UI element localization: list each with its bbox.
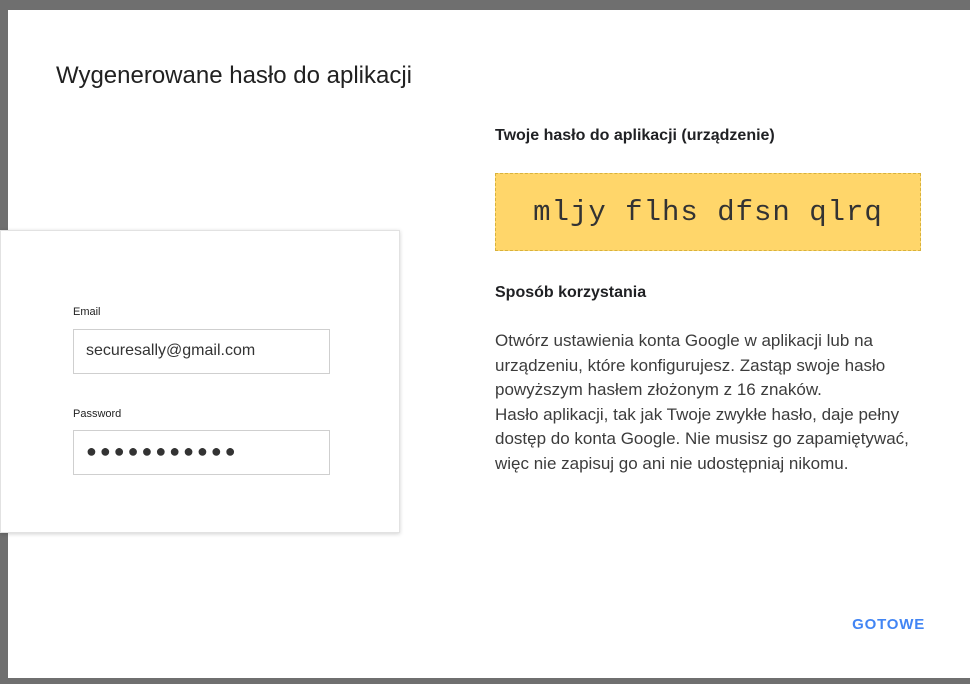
password-heading: Twoje hasło do aplikacji (urządzenie) <box>495 127 775 144</box>
dialog-title: Wygenerowane hasło do aplikacji <box>56 62 412 89</box>
generated-password[interactable]: mljy flhs dfsn qlrq <box>495 173 921 251</box>
app-password-dialog: Wygenerowane hasło do aplikacji Email se… <box>0 10 970 678</box>
password-field: ●●●●●●●●●●● <box>73 430 330 475</box>
usage-paragraph-2: Hasło aplikacji, tak jak Twoje zwykłe ha… <box>495 404 909 473</box>
password-label: Password <box>73 408 122 420</box>
usage-description: Otwórz ustawienia konta Google w aplikac… <box>495 329 925 476</box>
usage-paragraph-1: Otwórz ustawienia konta Google w aplikac… <box>495 331 886 399</box>
email-field: securesally@gmail.com <box>73 329 330 374</box>
done-button[interactable]: GOTOWE <box>852 616 925 633</box>
email-label: Email <box>73 306 101 318</box>
usage-heading: Sposób korzystania <box>495 284 647 301</box>
login-illustration-card: Email securesally@gmail.com Password ●●●… <box>0 230 400 533</box>
